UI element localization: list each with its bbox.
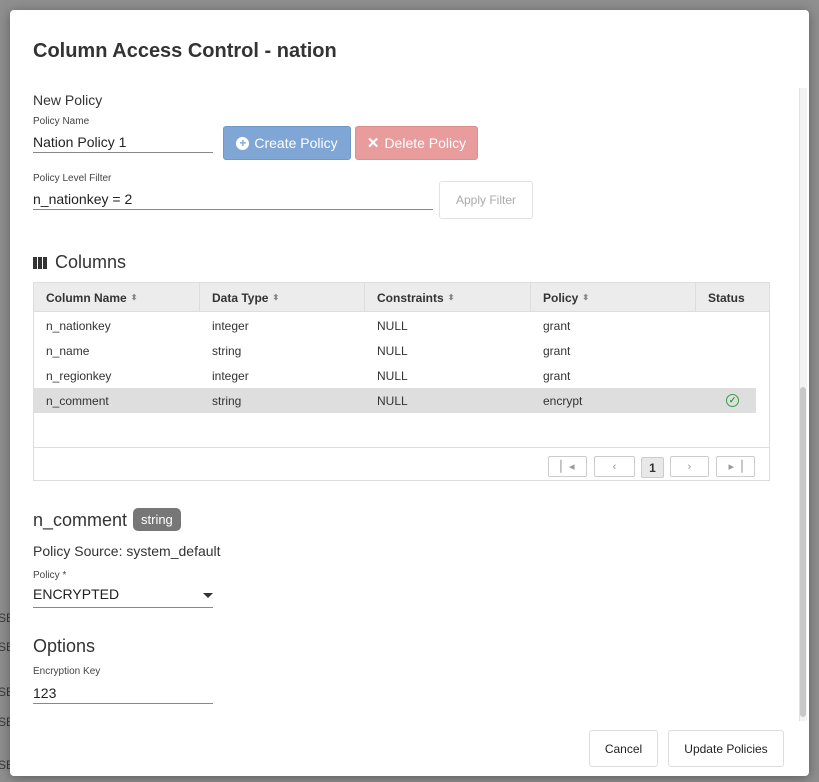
columns-heading-label: Columns [55,252,127,272]
sort-icon: ⬍ [447,293,455,302]
sort-icon: ⬍ [582,293,590,302]
cell-policy: grant [543,368,571,383]
plus-circle-icon: + [236,136,250,150]
cell-column-name: n_nationkey [46,318,111,333]
current-page-indicator[interactable]: 1 [641,457,664,478]
cell-data-type: string [212,343,242,358]
cell-constraints: NULL [377,368,408,383]
cell-column-name: n_name [46,343,90,358]
policy-name-label: Policy Name [33,116,90,127]
prev-page-button[interactable]: ‹ [594,456,635,477]
cell-data-type: integer [212,368,249,383]
sort-icon: ⬍ [272,293,280,302]
header-column-name[interactable]: Column Name ⬍ [34,283,200,312]
apply-filter-button[interactable]: Apply Filter [439,181,533,219]
columns-table: Column Name ⬍ Data Type ⬍ Constraints ⬍ Pol… [33,282,770,481]
cell-data-type: string [212,393,242,408]
table-row[interactable]: n_nationkey integer NULL grant [34,313,756,338]
header-constraints[interactable]: Constraints ⬍ [365,283,531,312]
close-icon: ✕ [366,134,380,152]
first-page-button[interactable]: ▏◂ [548,456,587,477]
create-policy-button[interactable]: + Create Policy [223,126,351,160]
cell-column-name: n_comment [46,393,109,408]
encryption-key-label: Encryption Key [33,666,101,677]
options-heading: Options [33,636,96,656]
modal-scrollbar-thumb[interactable] [800,387,806,717]
cancel-button[interactable]: Cancel [589,730,658,767]
policy-filter-label: Policy Level Filter [33,173,112,184]
cell-policy: grant [543,343,571,358]
cell-policy: grant [543,318,571,333]
delete-policy-button[interactable]: ✕ Delete Policy [355,126,478,160]
policy-source: Policy Source: system_default [33,543,221,559]
policy-select[interactable]: ENCRYPTED [33,586,213,608]
policy-select-label: Policy * [33,570,67,581]
delete-policy-label: Delete Policy [384,135,467,151]
last-page-button[interactable]: ▸▕ [716,456,755,477]
table-header: Column Name ⬍ Data Type ⬍ Constraints ⬍ Pol… [34,283,769,312]
cell-constraints: NULL [377,318,408,333]
cell-column-name: n_regionkey [46,368,112,383]
cell-constraints: NULL [377,393,408,408]
encryption-key-input[interactable] [33,682,213,704]
check-circle-icon: ✓ [726,394,739,407]
table-pager: ▏◂ ‹ 1 › ▸▕ [34,447,769,480]
column-access-modal: Column Access Control - nation New Polic… [10,10,809,776]
table-row-selected[interactable]: n_comment string NULL encrypt ✓ [34,388,756,413]
table-row[interactable]: n_regionkey integer NULL grant [34,363,756,388]
policy-filter-input[interactable] [33,188,433,210]
columns-heading: Columns [33,252,126,273]
columns-icon [33,256,47,269]
next-page-button[interactable]: › [670,456,709,477]
cell-data-type: integer [212,318,249,333]
update-policies-button[interactable]: Update Policies [668,730,784,767]
modal-title: Column Access Control - nation [33,40,337,62]
sort-icon: ⬍ [130,293,138,302]
type-badge: string [133,508,181,531]
cell-policy: encrypt [543,393,583,408]
new-policy-heading: New Policy [33,92,103,108]
create-policy-label: Create Policy [254,135,338,151]
policy-select-value: ENCRYPTED [33,586,120,602]
cell-constraints: NULL [377,343,408,358]
header-data-type[interactable]: Data Type ⬍ [200,283,365,312]
selected-column-name: n_comment [33,510,128,530]
header-status: Status [708,290,745,305]
table-row[interactable]: n_name string NULL grant [34,338,756,363]
cell-status: ✓ [714,388,739,413]
policy-name-input[interactable] [33,131,213,153]
header-policy[interactable]: Policy ⬍ [531,283,696,312]
caret-down-icon [203,593,213,598]
